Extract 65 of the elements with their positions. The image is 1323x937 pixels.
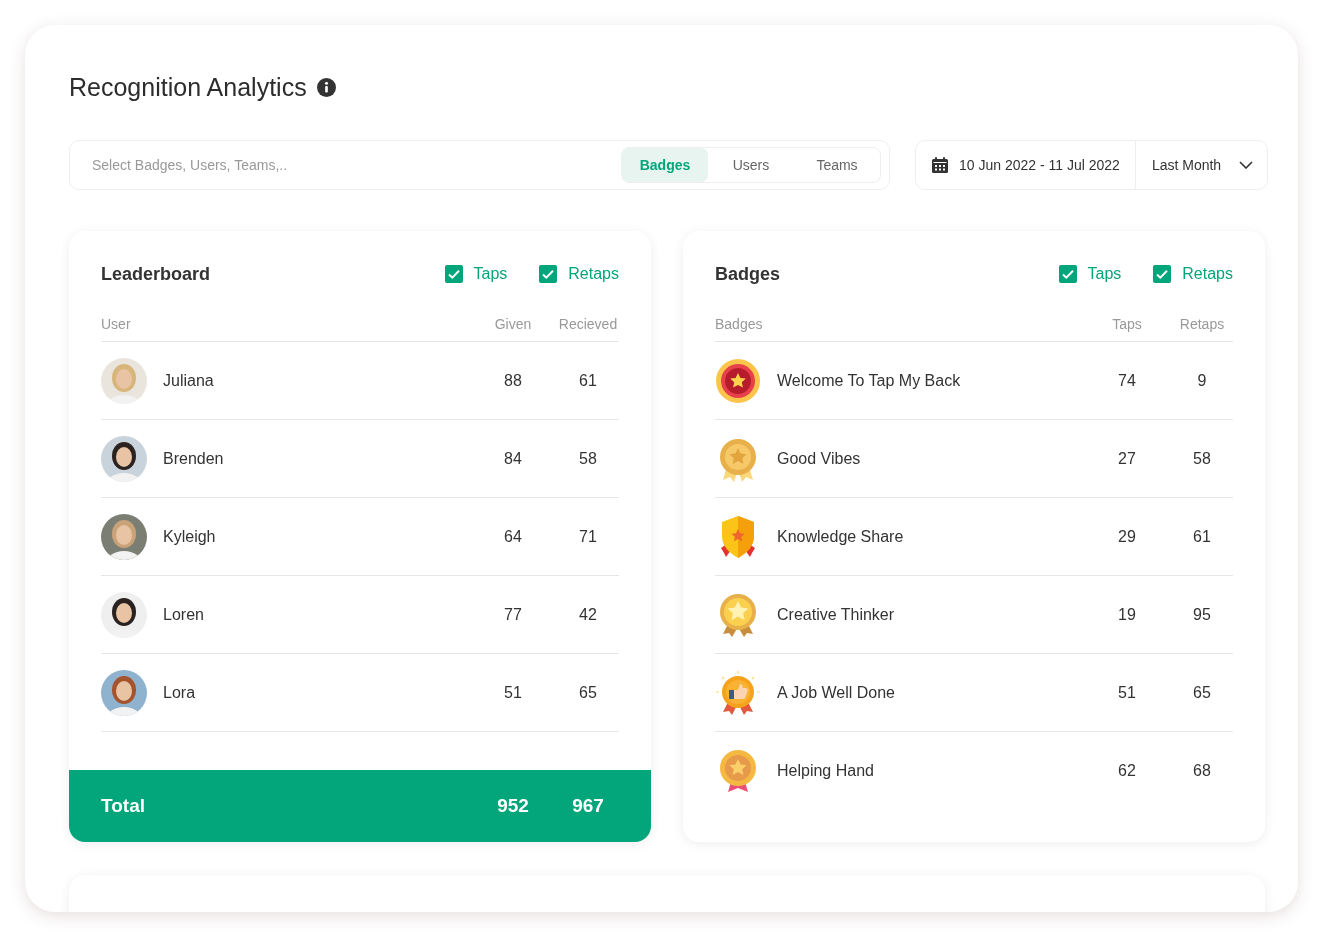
table-cell-text: 77 <box>503 605 523 624</box>
table-cell-text: 74 <box>1117 371 1137 390</box>
user-name: Brenden <box>163 449 224 468</box>
column-header: User <box>101 316 132 332</box>
thumbs-up-icon <box>715 669 761 716</box>
table-cell-text: 71 <box>578 527 598 546</box>
table-cell-text: 19 <box>1117 605 1137 624</box>
filter-tab[interactable]: Users <box>708 148 794 182</box>
chevron-down-icon <box>1239 161 1254 169</box>
table-cell-text: 65 <box>1192 683 1212 702</box>
badge-name: Creative Thinker <box>777 605 895 624</box>
user-name: Juliana <box>163 371 214 390</box>
checkbox-label[interactable]: Taps <box>473 265 508 283</box>
table-cell-text: 65 <box>578 683 598 702</box>
table-cell-text: 58 <box>1192 449 1212 468</box>
checkbox-label[interactable]: Taps <box>1087 265 1122 283</box>
table-cell-text: 88 <box>503 371 523 390</box>
table-cell-text: 29 <box>1117 527 1137 546</box>
badge-name: Good Vibes <box>777 449 861 468</box>
column-header: Retaps <box>1178 316 1226 332</box>
info-icon[interactable] <box>316 77 336 97</box>
checkbox-label[interactable]: Retaps <box>568 265 619 283</box>
card-title: Badges <box>715 263 781 285</box>
calendar-icon <box>931 156 949 174</box>
rosette-icon <box>715 357 761 404</box>
table-cell-text: 27 <box>1117 449 1137 468</box>
table-cell-text: 95 <box>1192 605 1212 624</box>
checkbox-label[interactable]: Retaps <box>1182 265 1233 283</box>
table-cell-text: 64 <box>503 527 523 546</box>
table-cell-text: 9 <box>1196 371 1208 390</box>
table-cell-text: 61 <box>1192 527 1212 546</box>
badge-name: Knowledge Share <box>777 527 904 546</box>
table-cell-text: 58 <box>578 449 598 468</box>
table-cell-text: 42 <box>578 605 598 624</box>
user-name: Lora <box>163 683 196 702</box>
total-value: 952 <box>496 795 530 817</box>
user-name: Kyleigh <box>163 527 216 546</box>
column-header: Recieved <box>557 316 619 332</box>
checkbox[interactable] <box>1153 265 1172 283</box>
filter-tab[interactable]: Teams <box>794 148 880 182</box>
table-cell-text: 61 <box>578 371 598 390</box>
filter-tab[interactable]: Badges <box>622 148 708 182</box>
card-title: Leaderboard <box>101 263 211 285</box>
column-header: Given <box>493 316 533 332</box>
checkbox[interactable] <box>539 265 558 283</box>
page-title: Recognition Analytics <box>69 72 307 102</box>
table-cell-text: 51 <box>503 683 523 702</box>
preset-label: Last Month <box>1151 157 1222 173</box>
date-range-picker[interactable]: 10 Jun 2022 - 11 Jul 2022 Last Month <box>915 140 1269 190</box>
table-cell-text: 68 <box>1192 761 1212 780</box>
column-header: Badges <box>715 316 764 332</box>
total-label: Total <box>101 795 146 817</box>
date-range-text: 10 Jun 2022 - 11 Jul 2022 <box>959 157 1120 173</box>
checkbox[interactable] <box>444 265 463 283</box>
table-cell-text: 62 <box>1117 761 1137 780</box>
badge-name: Welcome To Tap My Back <box>777 371 961 390</box>
table-cell-text: 84 <box>503 449 523 468</box>
user-name: Loren <box>163 605 204 624</box>
total-value: 967 <box>571 795 605 817</box>
badge-name: A Job Well Done <box>777 683 895 702</box>
checkbox[interactable] <box>1058 265 1077 283</box>
column-header: Taps <box>1111 316 1143 332</box>
badge-name: Helping Hand <box>777 761 874 780</box>
table-cell-text: 51 <box>1117 683 1137 702</box>
search-field[interactable]: Select Badges, Users, Teams,.. Badges Users Teams <box>69 140 890 190</box>
